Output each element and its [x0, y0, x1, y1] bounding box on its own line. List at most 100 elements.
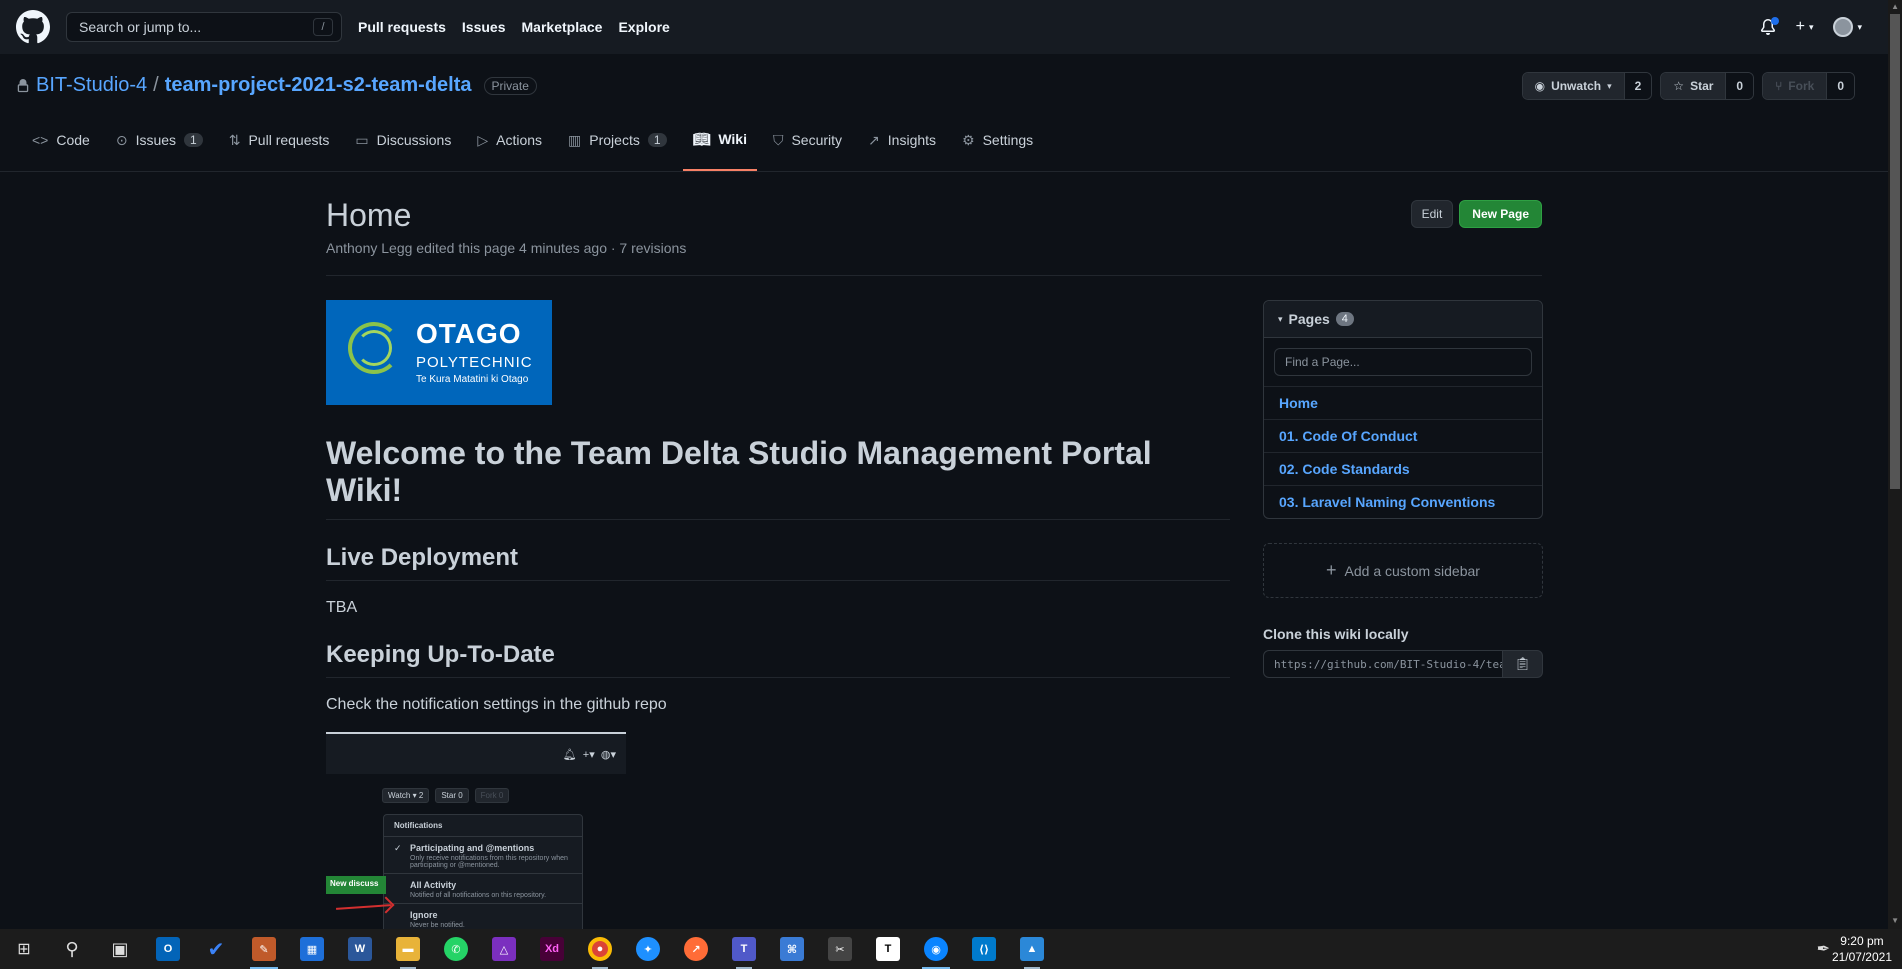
nav-explore[interactable]: Explore [618, 19, 669, 35]
unwatch-button[interactable]: ◉ Unwatch ▾ [1522, 73, 1625, 99]
nav-marketplace[interactable]: Marketplace [522, 19, 603, 35]
new-page-button[interactable]: New Page [1459, 200, 1542, 228]
pages-label: Pages [1288, 311, 1330, 327]
clock-date: 21/07/2021 [1831, 950, 1892, 964]
global-nav: Pull requests Issues Marketplace Explore [358, 19, 670, 35]
discussion-icon: ▭ [355, 131, 369, 148]
notifications-bell-icon[interactable] [1760, 17, 1779, 35]
page-link-home[interactable]: Home [1264, 386, 1542, 419]
chrome-icon[interactable]: ● [576, 929, 624, 969]
plus-icon: + [1326, 560, 1337, 580]
user-menu-dropdown[interactable]: ▾ [1833, 17, 1862, 37]
page-scrollbar[interactable]: ▲ ▼ [1888, 0, 1902, 929]
fork-icon: ⑂ [1775, 79, 1783, 93]
tab-label: Pull requests [248, 132, 330, 148]
nav-issues[interactable]: Issues [462, 19, 506, 35]
stargazers-count[interactable]: 0 [1726, 73, 1754, 99]
snip-icon[interactable]: ✂ [816, 929, 864, 969]
star-button-group: ☆ Star 0 [1660, 72, 1755, 100]
page-link-laravel-naming[interactable]: 03. Laravel Naming Conventions [1264, 485, 1542, 518]
clone-title: Clone this wiki locally [1263, 626, 1409, 642]
shot-option-participating: ✓ Participating and @mentions Only receive… [384, 837, 582, 874]
system-clock[interactable]: 9:20 pm 21/07/2021 [1832, 933, 1892, 965]
search-placeholder: Search or jump to... [79, 19, 202, 35]
find-page-input[interactable]: Find a Page... [1274, 348, 1532, 376]
tab-projects[interactable]: ▥ Projects 1 [558, 123, 677, 171]
star-button[interactable]: ☆ Star [1661, 73, 1727, 99]
copy-clipboard-button[interactable]: 📋︎ [1503, 650, 1543, 678]
fork-label: Fork [1788, 79, 1815, 93]
tab-actions[interactable]: ▷ Actions [467, 123, 552, 171]
calculator-icon[interactable]: ▦ [288, 929, 336, 969]
lock-icon [17, 78, 29, 92]
tab-issues[interactable]: ⊙ Issues 1 [106, 123, 213, 171]
shot-repo-buttons: Watch ▾ 2 Star 0 Fork 0 [382, 788, 510, 803]
edit-button[interactable]: Edit [1410, 200, 1454, 228]
tab-label: Issues [135, 132, 177, 148]
xd-icon[interactable]: Xd [528, 929, 576, 969]
tab-pull-requests[interactable]: ⇅ Pull requests [219, 123, 340, 171]
create-new-dropdown[interactable]: + ▾ [1796, 18, 1814, 36]
scroll-thumb[interactable] [1890, 14, 1900, 489]
teams-icon[interactable]: T [720, 929, 768, 969]
tab-security[interactable]: ⛉ Security [763, 123, 852, 171]
nav-pull-requests[interactable]: Pull requests [358, 19, 446, 35]
network-icon[interactable]: ⌘ [768, 929, 816, 969]
add-custom-sidebar-button[interactable]: + Add a custom sidebar [1263, 543, 1543, 598]
app-icon[interactable]: ✦ [624, 929, 672, 969]
caret-down-icon: ▾ [1857, 21, 1862, 32]
scroll-down-icon[interactable]: ▼ [1891, 916, 1899, 925]
todo-icon[interactable]: ✔ [192, 929, 240, 969]
unread-dot [1770, 17, 1779, 25]
repo-owner-link[interactable]: BIT-Studio-4 [36, 74, 147, 97]
search-icon[interactable]: ⚲ [48, 929, 96, 969]
firefox-icon[interactable]: ◉ [912, 929, 960, 969]
logo-subtitle: POLYTECHNIC [416, 354, 533, 371]
tab-label: Insights [887, 132, 937, 148]
forks-count[interactable]: 0 [1827, 73, 1854, 99]
wiki-sidebar: ▾ Pages 4 Find a Page... Home 01. Code O… [1263, 300, 1543, 678]
word-icon[interactable]: W [336, 929, 384, 969]
wiki-container: Home Anthony Legg edited this page 4 min… [326, 172, 1543, 962]
task-view-icon[interactable]: ▣ [96, 929, 144, 969]
repo-tabs: <> Code ⊙ Issues 1 ⇅ Pull requests ▭ Discussi… [0, 124, 1902, 172]
whatsapp-icon[interactable]: ✆ [432, 929, 480, 969]
repo-name-link[interactable]: team-project-2021-s2-team-delta [165, 74, 472, 97]
vscode-icon[interactable]: ⟨⟩ [960, 929, 1008, 969]
page-link-code-standards[interactable]: 02. Code Standards [1264, 452, 1542, 485]
page-link-code-of-conduct[interactable]: 01. Code Of Conduct [1264, 419, 1542, 452]
watchers-count[interactable]: 2 [1624, 73, 1652, 99]
repo-separator: / [153, 74, 159, 96]
tab-discussions[interactable]: ▭ Discussions [345, 123, 461, 171]
scroll-up-icon[interactable]: ▲ [1891, 2, 1899, 11]
caret-down-icon: ▾ [1808, 21, 1814, 32]
pages-toggle[interactable]: ▾ Pages 4 [1264, 301, 1542, 338]
windows-start-icon[interactable]: ⊞ [0, 929, 48, 969]
photos-icon[interactable]: ▲ [1008, 929, 1056, 969]
github-logo-icon[interactable] [16, 10, 50, 44]
paint-icon[interactable]: ✎ [240, 929, 288, 969]
repo-header: BIT-Studio-4 / team-project-2021-s2-team… [0, 54, 1902, 124]
otago-polytechnic-logo: OTAGO POLYTECHNIC Te Kura Matatini ki Ot… [326, 300, 552, 405]
tab-insights[interactable]: ↗ Insights [858, 123, 946, 171]
search-input[interactable]: Search or jump to... / [66, 12, 342, 42]
outlook-icon[interactable]: O [144, 929, 192, 969]
project-icon: ▥ [568, 131, 582, 148]
file-explorer-icon[interactable]: ▬ [384, 929, 432, 969]
postman-icon[interactable]: ↗ [672, 929, 720, 969]
eye-icon: ◉ [1534, 79, 1546, 93]
pen-icon[interactable]: ✒ [1817, 939, 1830, 959]
wiki-meta: Anthony Legg edited this page 4 minutes … [326, 240, 687, 256]
clone-url-input[interactable]: https://github.com/BIT-Studio-4/team-pro… [1263, 650, 1503, 678]
tab-code[interactable]: <> Code [22, 123, 100, 171]
welcome-heading: Welcome to the Team Delta Studio Managem… [326, 435, 1230, 520]
gear-icon: ⚙ [962, 131, 975, 148]
tab-settings[interactable]: ⚙ Settings [952, 123, 1043, 171]
pull-request-icon: ⇅ [228, 131, 241, 148]
tab-label: Projects [589, 132, 640, 148]
affinity-icon[interactable]: △ [480, 929, 528, 969]
clone-row: https://github.com/BIT-Studio-4/team-pro… [1263, 650, 1543, 678]
typora-icon[interactable]: T [864, 929, 912, 969]
keeping-up-to-date-heading: Keeping Up-To-Date [326, 641, 1230, 678]
tab-wiki[interactable]: 📖︎ Wiki [682, 123, 757, 171]
